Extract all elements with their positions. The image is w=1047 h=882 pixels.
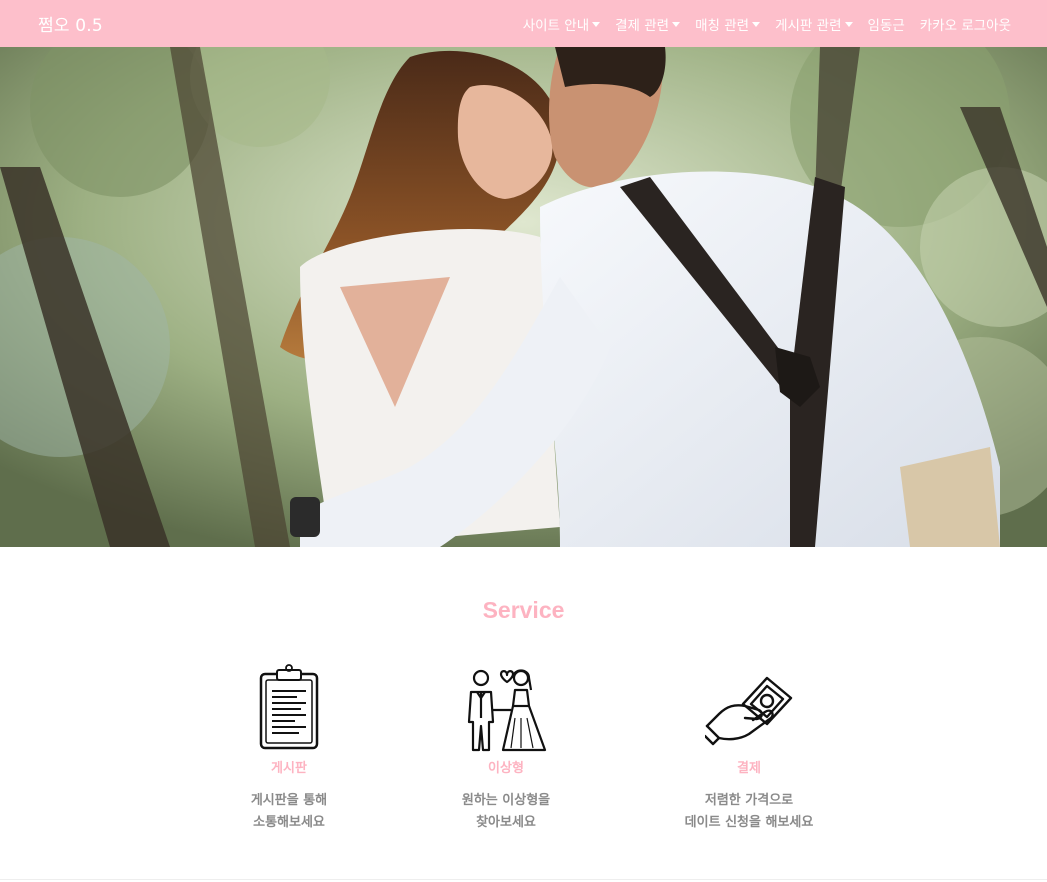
nav-item-label: 임동근 xyxy=(867,17,905,34)
clipboard-icon xyxy=(259,664,319,750)
service-card-description: 게시판을 통해 소통해보세요 xyxy=(189,790,389,834)
nav-item-label: 게시판 관련 xyxy=(775,17,842,34)
service-card-ideal-type[interactable]: 이상형 원하는 이상형을 찾아보세요 xyxy=(406,662,606,834)
service-card-board[interactable]: 게시판 게시판을 통해 소통해보세요 xyxy=(189,662,389,834)
description-line: 원하는 이상형을 xyxy=(461,793,551,808)
description-line: 찾아보세요 xyxy=(476,815,536,830)
service-card-label: 게시판 xyxy=(271,761,307,776)
nav-item-label: 매칭 관련 xyxy=(695,17,750,34)
hero-image-couple xyxy=(0,47,1047,547)
caret-down-icon xyxy=(592,21,601,27)
service-card-label: 이상형 xyxy=(488,761,524,776)
top-navbar: 쩜오 0.5 사이트 안내 결제 관련 매칭 관련 게시판 관련 임동근 카카오… xyxy=(0,0,1047,47)
description-line: 데이트 신청을 해보세요 xyxy=(684,815,814,830)
hero-illustration xyxy=(0,47,1047,547)
nav-menu: 사이트 안내 결제 관련 매칭 관련 게시판 관련 임동근 카카오 로그아웃 xyxy=(523,0,1011,47)
icon-container xyxy=(406,662,606,752)
caret-down-icon xyxy=(752,21,761,27)
brand-logo[interactable]: 쩜오 0.5 xyxy=(38,11,103,36)
section-divider xyxy=(0,879,1047,880)
nav-item-matching[interactable]: 매칭 관련 xyxy=(695,14,761,34)
service-card-description: 저렴한 가격으로 데이트 신청을 해보세요 xyxy=(649,790,849,834)
nav-item-site-guide[interactable]: 사이트 안내 xyxy=(522,14,601,34)
bride-groom-icon xyxy=(467,669,547,752)
service-section-title: Service xyxy=(482,597,565,623)
service-card-label: 결제 xyxy=(737,761,761,776)
service-card-description: 원하는 이상형을 찾아보세요 xyxy=(406,790,606,834)
nav-item-payment[interactable]: 결제 관련 xyxy=(615,14,681,34)
nav-item-label: 결제 관련 xyxy=(615,17,670,34)
caret-down-icon xyxy=(844,21,853,27)
description-line: 게시판을 통해 xyxy=(250,793,328,808)
caret-down-icon xyxy=(672,21,681,27)
nav-item-user-name[interactable]: 임동근 xyxy=(868,14,905,34)
money-hand-icon xyxy=(705,676,793,746)
nav-item-kakao-logout[interactable]: 카카오 로그아웃 xyxy=(920,14,1011,34)
description-line: 소통해보세요 xyxy=(253,815,325,830)
icon-container xyxy=(649,662,849,752)
icon-container xyxy=(189,662,389,752)
nav-item-label: 사이트 안내 xyxy=(522,17,590,34)
nav-item-board[interactable]: 게시판 관련 xyxy=(775,14,853,34)
service-card-payment[interactable]: 결제 저렴한 가격으로 데이트 신청을 해보세요 xyxy=(649,662,849,834)
description-line: 저렴한 가격으로 xyxy=(704,793,794,808)
nav-item-label: 카카오 로그아웃 xyxy=(919,17,1011,34)
